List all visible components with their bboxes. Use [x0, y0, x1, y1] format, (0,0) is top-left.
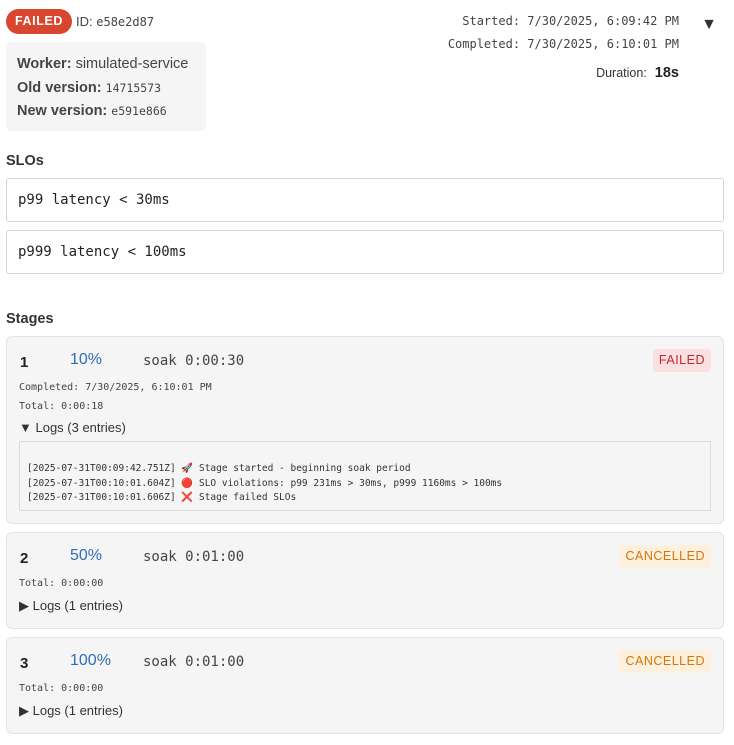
- stage-card-1: 1 10% soak 0:00:30 FAILED Completed: 7/3…: [6, 336, 724, 524]
- slo-item: p99 latency < 30ms: [6, 178, 724, 222]
- stage-percent: 100%: [70, 652, 111, 669]
- stage-completed: Completed: 7/30/2025, 6:10:01 PM: [19, 382, 212, 393]
- stage-status-badge: CANCELLED: [619, 545, 711, 568]
- duration: Duration: 18s: [596, 64, 679, 82]
- log-entry: [2025-07-31T00:10:01.606Z] ❌ Stage faile…: [27, 492, 297, 503]
- old-version-row: Old version: 14715573: [17, 77, 195, 101]
- stage-percent: 10%: [70, 351, 103, 368]
- log-entry: [2025-07-31T00:09:42.751Z] 🚀 Stage start…: [27, 463, 411, 474]
- stage-total: Total: 0:00:18: [19, 401, 104, 412]
- started-time: Started: 7/30/2025, 6:09:42 PM: [462, 14, 679, 28]
- stages-title: Stages: [6, 311, 54, 327]
- worker-row: Worker: simulated-service: [17, 53, 195, 77]
- stage-kind: soak 0:00:30: [143, 353, 245, 369]
- stage-kind: soak 0:01:00: [143, 654, 245, 670]
- worker-label: Worker:: [17, 56, 72, 72]
- logs-toggle[interactable]: ▶ Logs (1 entries): [19, 598, 123, 614]
- logs-toggle[interactable]: ▼ Logs (3 entries): [19, 420, 126, 435]
- run-id-value: e58e2d87: [96, 15, 155, 29]
- completed-time: Completed: 7/30/2025, 6:10:01 PM: [447, 36, 679, 51]
- stage-status-badge: CANCELLED: [619, 650, 711, 673]
- run-times: Started: 7/30/2025, 6:09:42 PM Completed…: [448, 10, 679, 55]
- stage-card-2: 2 50% soak 0:01:00 CANCELLED Total: 0:00…: [6, 532, 724, 629]
- new-version-value: e591e866: [111, 104, 167, 118]
- old-version-value: 14715573: [105, 80, 162, 95]
- stage-kind: soak 0:01:00: [143, 549, 245, 565]
- log-entry: [2025-07-31T00:10:01.604Z] 🔴 SLO violati…: [27, 477, 503, 489]
- new-version-row: New version: e591e866: [17, 100, 195, 124]
- stage-number: 3: [20, 655, 29, 672]
- logs-toggle[interactable]: ▶ Logs (1 entries): [19, 703, 123, 719]
- stage-card-3: 3 100% soak 0:01:00 CANCELLED Total: 0:0…: [6, 637, 724, 734]
- duration-label: Duration:: [596, 66, 647, 80]
- collapse-triangle-icon[interactable]: ▼: [701, 16, 717, 34]
- stage-number: 1: [20, 354, 29, 371]
- stage-total: Total: 0:00:00: [19, 578, 104, 589]
- duration-value: 18s: [654, 65, 679, 81]
- worker-value: simulated-service: [75, 56, 189, 72]
- status-badge: FAILED: [6, 9, 73, 34]
- stage-percent: 50%: [70, 547, 103, 564]
- run-id-label: ID:: [76, 14, 93, 29]
- run-info-panel: Worker: simulated-service Old version: 1…: [6, 42, 206, 131]
- stage-number: 2: [20, 550, 29, 567]
- run-id: ID: e58e2d87: [76, 14, 154, 29]
- logs-panel: [2025-07-31T00:09:42.751Z] 🚀 Stage start…: [19, 441, 711, 511]
- stage-total: Total: 0:00:00: [19, 683, 104, 694]
- slo-item: p999 latency < 100ms: [6, 230, 724, 274]
- new-version-label: New version:: [17, 103, 108, 119]
- stage-status-badge: FAILED: [652, 349, 711, 372]
- slos-title: SLOs: [6, 153, 44, 169]
- old-version-label: Old version:: [17, 79, 102, 96]
